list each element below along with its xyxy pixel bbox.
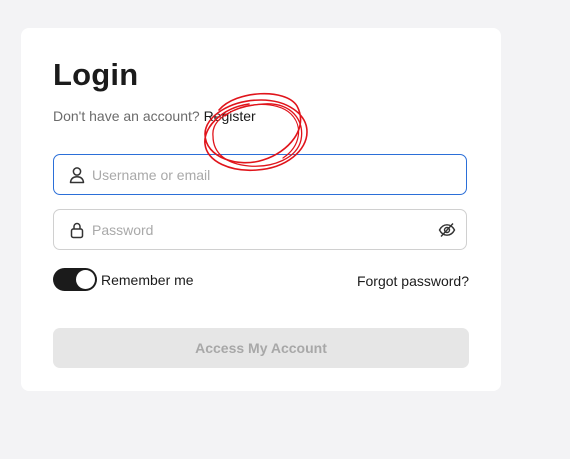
- lock-icon: [70, 222, 84, 239]
- username-field[interactable]: [53, 154, 467, 195]
- register-prompt: Don't have an account? Register: [53, 108, 256, 124]
- password-input[interactable]: [92, 210, 432, 249]
- remember-me-toggle[interactable]: [53, 268, 97, 291]
- access-account-button[interactable]: Access My Account: [53, 328, 469, 368]
- eye-off-icon[interactable]: [438, 221, 456, 239]
- username-input[interactable]: [92, 155, 432, 194]
- register-link[interactable]: Register: [204, 108, 256, 124]
- remember-me-label: Remember me: [101, 272, 194, 288]
- login-card: Login Don't have an account? Register Re…: [21, 28, 501, 391]
- no-account-text: Don't have an account?: [53, 108, 200, 124]
- user-icon: [69, 167, 85, 184]
- page-title: Login: [53, 57, 139, 92]
- password-field[interactable]: [53, 209, 467, 250]
- forgot-password-link[interactable]: Forgot password?: [357, 273, 469, 289]
- toggle-knob: [76, 270, 95, 289]
